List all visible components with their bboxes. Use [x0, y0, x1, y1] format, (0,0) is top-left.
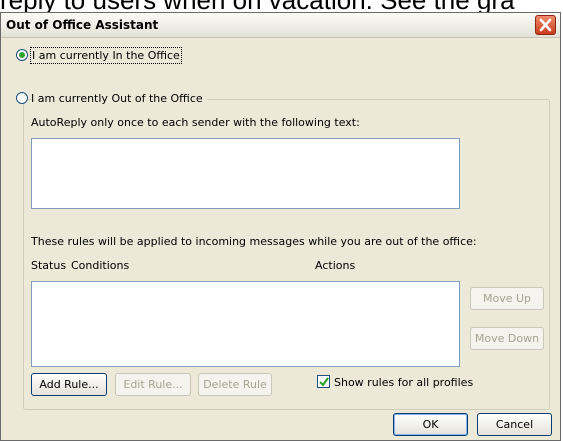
dialog-title: Out of Office Assistant [6, 18, 159, 32]
out-of-office-dialog: Out of Office Assistant I am currently I… [0, 12, 561, 441]
close-icon [539, 18, 552, 32]
autoreply-label: AutoReply only once to each sender with … [31, 116, 360, 129]
column-header-status[interactable]: Status [31, 259, 66, 272]
ok-button[interactable]: OK [393, 413, 468, 436]
move-up-button[interactable]: Move Up [470, 287, 544, 310]
show-all-profiles-label[interactable]: Show rules for all profiles [334, 376, 473, 389]
move-down-button[interactable]: Move Down [470, 327, 544, 350]
rules-description: These rules will be applied to incoming … [31, 235, 477, 248]
in-office-label[interactable]: I am currently In the Office [30, 47, 182, 64]
autoreply-textbox[interactable] [31, 138, 460, 209]
column-header-conditions[interactable]: Conditions [71, 259, 129, 272]
cancel-button[interactable]: Cancel [477, 413, 552, 436]
show-all-profiles-checkbox[interactable] [317, 375, 330, 388]
out-office-label[interactable]: I am currently Out of the Office [31, 92, 207, 105]
column-header-actions[interactable]: Actions [315, 259, 355, 272]
close-button[interactable] [535, 15, 556, 35]
delete-rule-button[interactable]: Delete Rule [198, 373, 272, 396]
in-office-radio[interactable] [16, 49, 28, 61]
title-bar[interactable]: Out of Office Assistant [1, 13, 560, 38]
add-rule-button[interactable]: Add Rule... [31, 373, 107, 396]
edit-rule-button[interactable]: Edit Rule... [115, 373, 191, 396]
checkmark-icon [319, 377, 329, 387]
rules-list[interactable] [31, 281, 460, 367]
out-office-radio[interactable] [16, 92, 28, 104]
